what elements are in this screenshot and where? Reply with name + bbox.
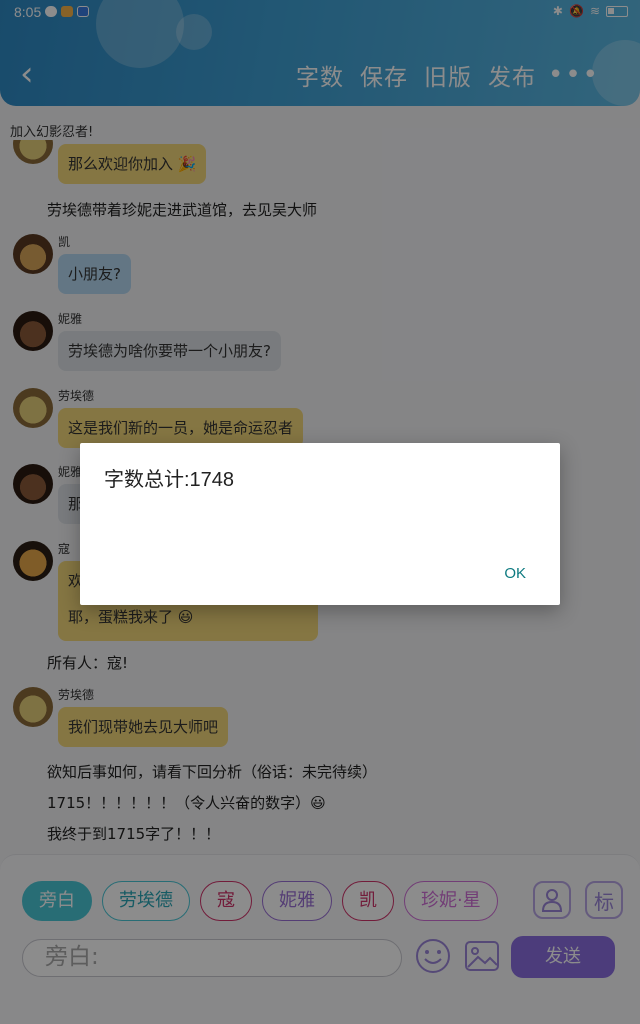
word-count-dialog: 字数总计:1748 OK xyxy=(80,443,560,605)
ok-button[interactable]: OK xyxy=(504,565,526,582)
dialog-message: 字数总计:1748 xyxy=(104,469,235,491)
